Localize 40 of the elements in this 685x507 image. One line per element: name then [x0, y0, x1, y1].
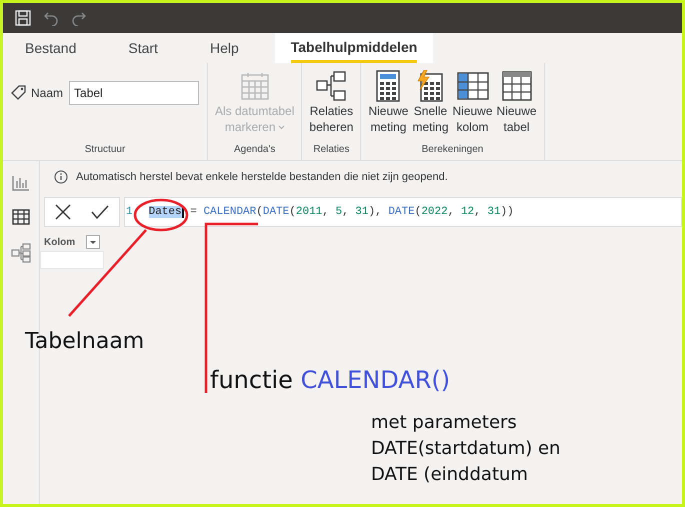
table-icon [502, 71, 532, 101]
tag-icon [11, 85, 27, 101]
highlight-circle [134, 198, 188, 232]
ribbon-button[interactable]: Nieuwe tabel [496, 69, 538, 135]
quick-calculator-icon [416, 70, 444, 102]
close-icon[interactable] [55, 204, 71, 220]
group-label: Agenda's [233, 143, 276, 157]
menu-tab[interactable]: Tabelhulpmiddelen [274, 33, 434, 63]
redo-icon[interactable] [71, 10, 87, 26]
formula-bar[interactable]: 1 Dates = CALENDAR(DATE(2011, 5, 31), DATE(2022, 12, 31)) [124, 197, 682, 227]
table-grid-icon[interactable] [12, 209, 30, 225]
line-number: 1 [126, 204, 133, 220]
menu-tab[interactable]: Help [194, 33, 255, 63]
info-icon [54, 170, 68, 184]
formula-text: Dates = CALENDAR(DATE(2011, 5, 31), DATE(2022, 12, 31)) [148, 204, 514, 220]
undo-icon[interactable] [43, 10, 59, 26]
menu-tab[interactable]: Bestand [9, 33, 92, 63]
annotation-text: functie CALENDAR() [210, 365, 450, 396]
check-icon[interactable] [91, 205, 109, 219]
menu-tab[interactable]: Start [112, 33, 174, 63]
ribbon-button[interactable]: Snelle meting [411, 69, 450, 135]
group-label: Berekeningen [420, 143, 484, 157]
group-label: Structuur [84, 143, 126, 157]
save-icon[interactable] [15, 10, 31, 26]
relationships-icon [315, 70, 348, 102]
notice-text: Automatisch herstel bevat enkele herstelde bestanden die niet zijn geopend. [76, 170, 448, 185]
model-icon[interactable] [11, 243, 31, 263]
calculator-icon [376, 70, 400, 102]
ribbon-button[interactable]: Relaties beheren [308, 69, 354, 135]
annotation-text: Tabelnaam [25, 328, 144, 356]
name-label: Naam [31, 85, 64, 102]
bar-chart-icon[interactable] [12, 175, 30, 191]
ribbon-button[interactable]: Nieuwe meting [367, 69, 410, 135]
ribbon-button[interactable]: Nieuwe kolom [452, 69, 494, 135]
name-field[interactable]: Tabel [69, 81, 200, 105]
annotation-text: met parameters DATE(startdatum) en DATE (einddatum [371, 411, 560, 487]
calendar-icon [240, 71, 270, 101]
column-grid-icon [456, 72, 489, 100]
group-label: Relaties [312, 143, 350, 157]
dropdown-icon[interactable] [86, 235, 100, 249]
